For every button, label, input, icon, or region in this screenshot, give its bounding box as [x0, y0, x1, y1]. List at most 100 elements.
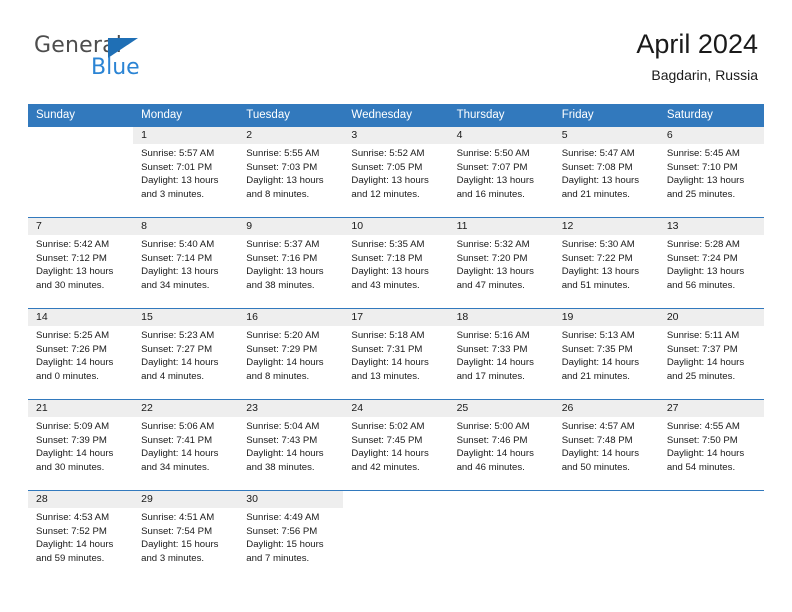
day-detail-line: and 0 minutes. [36, 370, 99, 382]
calendar-day-cell[interactable]: 20 Sunrise: 5:11 AM Sunset: 7:37 PM Dayligh… [658, 309, 764, 399]
day-details [343, 508, 448, 515]
day-number: 5 [553, 127, 659, 144]
day-number [343, 491, 449, 508]
day-details: Sunrise: 5:25 AM Sunset: 7:26 PM Daylight:… [28, 326, 133, 387]
day-detail-line: Daylight: 13 hours [141, 266, 219, 278]
day-detail-line: and 3 minutes. [141, 552, 205, 564]
day-detail-line: and 4 minutes. [141, 370, 205, 382]
calendar-day-cell[interactable]: 28 Sunrise: 4:53 AM Sunset: 7:52 PM Dayligh… [28, 491, 134, 581]
calendar-day-cell[interactable]: 2 Sunrise: 5:55 AM Sunset: 7:03 PM Daylight… [238, 127, 344, 217]
calendar-week-row: 21 Sunrise: 5:09 AM Sunset: 7:39 PM Dayligh… [28, 399, 764, 490]
day-detail-line: Daylight: 14 hours [666, 448, 745, 460]
day-detail-line: Daylight: 14 hours [36, 357, 114, 369]
calendar-week-row: 7 Sunrise: 5:42 AM Sunset: 7:12 PM Daylight… [28, 217, 764, 308]
day-detail-line: Sunset: 7:16 PM [246, 252, 318, 264]
day-detail-line: Sunrise: 4:57 AM [561, 421, 635, 432]
day-number: 6 [658, 127, 764, 144]
day-detail-line: Sunset: 7:07 PM [456, 161, 528, 173]
day-details: Sunrise: 5:09 AM Sunset: 7:39 PM Daylight:… [28, 417, 133, 478]
calendar-day-cell[interactable]: 4 Sunrise: 5:50 AM Sunset: 7:07 PM Daylight… [448, 127, 554, 217]
day-detail-line: Daylight: 14 hours [561, 357, 640, 369]
calendar-day-cell[interactable]: 5 Sunrise: 5:47 AM Sunset: 7:08 PM Daylight… [553, 127, 659, 217]
calendar-day-cell[interactable]: 16 Sunrise: 5:20 AM Sunset: 7:29 PM Dayligh… [238, 309, 344, 399]
day-details: Sunrise: 5:47 AM Sunset: 7:08 PM Daylight:… [554, 144, 659, 205]
day-detail-line: Daylight: 13 hours [561, 266, 640, 278]
day-details: Sunrise: 5:18 AM Sunset: 7:31 PM Daylight:… [343, 326, 448, 387]
general-blue-logo: General Blue [34, 34, 214, 86]
calendar-day-cell[interactable]: 13 Sunrise: 5:28 AM Sunset: 7:24 PM Dayligh… [658, 218, 764, 308]
day-number: 22 [133, 400, 239, 417]
column-header-saturday: Saturday [666, 109, 713, 121]
day-detail-line: and 25 minutes. [666, 370, 736, 382]
calendar-day-cell[interactable]: 12 Sunrise: 5:30 AM Sunset: 7:22 PM Dayligh… [553, 218, 659, 308]
day-detail-line: Sunset: 7:45 PM [351, 434, 423, 446]
day-detail-line: Sunset: 7:10 PM [666, 161, 738, 173]
calendar-week-row: 28 Sunrise: 4:53 AM Sunset: 7:52 PM Dayligh… [28, 490, 764, 581]
day-details: Sunrise: 5:28 AM Sunset: 7:24 PM Daylight:… [659, 235, 764, 296]
calendar-day-cell[interactable]: 19 Sunrise: 5:13 AM Sunset: 7:35 PM Dayligh… [553, 309, 659, 399]
day-detail-line: Sunset: 7:33 PM [456, 343, 528, 355]
calendar-day-cell[interactable]: 24 Sunrise: 5:02 AM Sunset: 7:45 PM Dayligh… [343, 400, 449, 490]
calendar-day-cell[interactable]: 17 Sunrise: 5:18 AM Sunset: 7:31 PM Dayligh… [343, 309, 449, 399]
day-detail-line: Sunrise: 5:20 AM [246, 330, 320, 341]
day-number: 2 [238, 127, 344, 144]
calendar-day-cell[interactable]: 3 Sunrise: 5:52 AM Sunset: 7:05 PM Daylight… [343, 127, 449, 217]
calendar-day-cell[interactable]: 27 Sunrise: 4:55 AM Sunset: 7:50 PM Dayligh… [658, 400, 764, 490]
calendar-cell-empty [448, 491, 554, 581]
calendar-day-cell[interactable]: 30 Sunrise: 4:49 AM Sunset: 7:56 PM Dayligh… [238, 491, 344, 581]
day-details: Sunrise: 5:20 AM Sunset: 7:29 PM Daylight:… [238, 326, 343, 387]
calendar-day-cell[interactable]: 9 Sunrise: 5:37 AM Sunset: 7:16 PM Daylight… [238, 218, 344, 308]
calendar-day-cell[interactable]: 11 Sunrise: 5:32 AM Sunset: 7:20 PM Dayligh… [448, 218, 554, 308]
day-details: Sunrise: 5:45 AM Sunset: 7:10 PM Daylight:… [659, 144, 764, 205]
day-detail-line: Sunrise: 5:25 AM [36, 330, 110, 341]
calendar-day-cell[interactable]: 22 Sunrise: 5:06 AM Sunset: 7:41 PM Dayligh… [133, 400, 239, 490]
calendar-day-cell[interactable]: 15 Sunrise: 5:23 AM Sunset: 7:27 PM Dayligh… [133, 309, 239, 399]
day-detail-line: Daylight: 13 hours [351, 175, 429, 187]
day-detail-line: Sunrise: 5:16 AM [456, 330, 530, 341]
calendar-day-cell[interactable]: 6 Sunrise: 5:45 AM Sunset: 7:10 PM Daylight… [658, 127, 764, 217]
calendar-day-cell[interactable]: 23 Sunrise: 5:04 AM Sunset: 7:43 PM Dayligh… [238, 400, 344, 490]
day-number: 9 [238, 218, 344, 235]
day-details: Sunrise: 5:50 AM Sunset: 7:07 PM Daylight:… [449, 144, 554, 205]
day-detail-line: Daylight: 14 hours [561, 448, 640, 460]
day-detail-line: Sunrise: 5:35 AM [351, 239, 425, 250]
day-detail-line: Daylight: 13 hours [36, 266, 114, 278]
day-details: Sunrise: 4:53 AM Sunset: 7:52 PM Daylight:… [28, 508, 133, 569]
day-detail-line: Sunset: 7:37 PM [666, 343, 738, 355]
column-header-monday: Monday [141, 109, 183, 121]
calendar-day-cell[interactable]: 14 Sunrise: 5:25 AM Sunset: 7:26 PM Dayligh… [28, 309, 134, 399]
day-details [659, 508, 764, 515]
column-header-thursday: Thursday [456, 109, 505, 121]
calendar-day-cell[interactable]: 7 Sunrise: 5:42 AM Sunset: 7:12 PM Daylight… [28, 218, 134, 308]
day-detail-line: Daylight: 13 hours [456, 175, 534, 187]
day-detail-line: and 8 minutes. [246, 370, 310, 382]
day-detail-line: Sunrise: 5:37 AM [246, 239, 320, 250]
day-detail-line: Sunrise: 5:28 AM [666, 239, 740, 250]
calendar-week-row: 14 Sunrise: 5:25 AM Sunset: 7:26 PM Dayligh… [28, 308, 764, 399]
day-number: 23 [238, 400, 344, 417]
day-detail-line: Sunset: 7:35 PM [561, 343, 633, 355]
calendar-day-cell[interactable]: 1 Sunrise: 5:57 AM Sunset: 7:01 PM Daylight… [133, 127, 239, 217]
day-detail-line: and 13 minutes. [351, 370, 420, 382]
day-detail-line: Daylight: 13 hours [246, 266, 324, 278]
day-detail-line: Sunset: 7:52 PM [36, 525, 107, 537]
day-number: 28 [28, 491, 134, 508]
day-number: 1 [133, 127, 239, 144]
calendar-day-cell[interactable]: 26 Sunrise: 4:57 AM Sunset: 7:48 PM Dayligh… [553, 400, 659, 490]
day-number [553, 491, 659, 508]
day-details: Sunrise: 4:51 AM Sunset: 7:54 PM Daylight:… [133, 508, 238, 569]
day-number [658, 491, 764, 508]
day-detail-line: Sunrise: 5:42 AM [36, 239, 110, 250]
day-detail-line: and 51 minutes. [561, 279, 630, 291]
day-detail-line: and 54 minutes. [666, 461, 736, 473]
day-details: Sunrise: 5:55 AM Sunset: 7:03 PM Daylight:… [238, 144, 343, 205]
calendar-day-cell[interactable]: 18 Sunrise: 5:16 AM Sunset: 7:33 PM Dayligh… [448, 309, 554, 399]
calendar-day-cell[interactable]: 29 Sunrise: 4:51 AM Sunset: 7:54 PM Dayligh… [133, 491, 239, 581]
day-detail-line: Daylight: 13 hours [666, 266, 745, 278]
calendar-day-cell[interactable]: 10 Sunrise: 5:35 AM Sunset: 7:18 PM Dayligh… [343, 218, 449, 308]
day-details: Sunrise: 5:40 AM Sunset: 7:14 PM Daylight:… [133, 235, 238, 296]
calendar-day-cell[interactable]: 25 Sunrise: 5:00 AM Sunset: 7:46 PM Dayligh… [448, 400, 554, 490]
day-details: Sunrise: 5:52 AM Sunset: 7:05 PM Daylight:… [343, 144, 448, 205]
calendar-day-cell[interactable]: 8 Sunrise: 5:40 AM Sunset: 7:14 PM Daylight… [133, 218, 239, 308]
calendar-day-cell[interactable]: 21 Sunrise: 5:09 AM Sunset: 7:39 PM Dayligh… [28, 400, 134, 490]
